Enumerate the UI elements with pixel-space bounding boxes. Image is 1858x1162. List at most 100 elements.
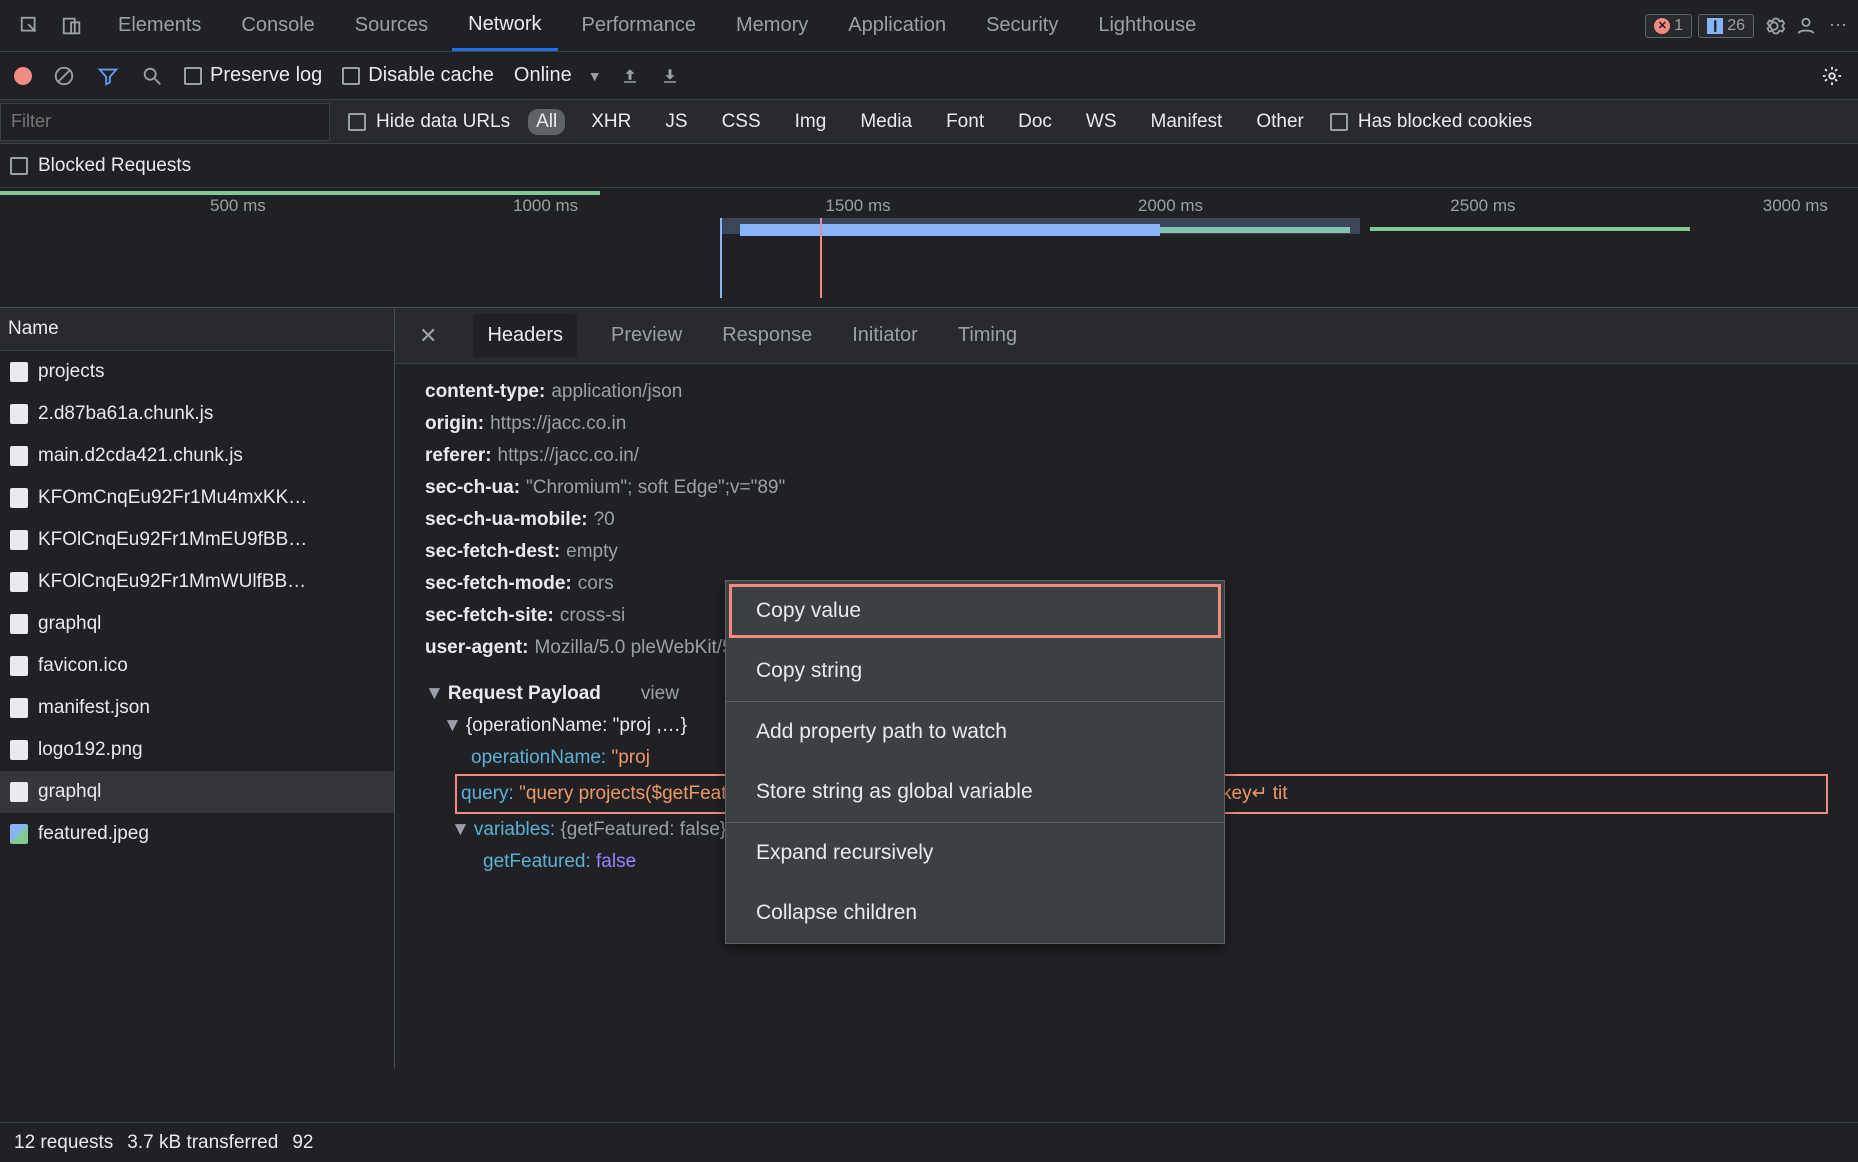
filter-type-font[interactable]: Font [938, 109, 992, 135]
tab-sources[interactable]: Sources [339, 2, 444, 49]
throttle-select[interactable]: Online [514, 64, 572, 87]
ctx-copy-string[interactable]: Copy string [726, 641, 1224, 701]
search-icon[interactable] [140, 64, 164, 88]
header-row[interactable]: content-type:application/json [425, 376, 1828, 408]
device-toggle-icon[interactable] [60, 14, 84, 38]
inspect-icon[interactable] [18, 14, 42, 38]
ctx-copy-value[interactable]: Copy value [726, 581, 1224, 641]
filter-type-xhr[interactable]: XHR [583, 109, 639, 135]
request-name: graphql [38, 613, 101, 635]
network-toolbar: Preserve log Disable cache Online ▼ [0, 52, 1858, 100]
filter-bar: Hide data URLs All XHR JS CSS Img Media … [0, 100, 1858, 144]
request-name: KFOlCnqEu92Fr1MmEU9fBB… [38, 529, 307, 551]
filter-icon[interactable] [96, 64, 120, 88]
request-name: graphql [38, 781, 101, 803]
close-detail-icon[interactable]: ✕ [411, 323, 445, 349]
request-name: favicon.ico [38, 655, 128, 677]
request-row[interactable]: manifest.json [0, 687, 394, 729]
document-file-icon [10, 614, 28, 634]
tab-lighthouse[interactable]: Lighthouse [1082, 2, 1212, 49]
request-row[interactable]: graphql [0, 603, 394, 645]
upload-icon[interactable] [618, 64, 642, 88]
request-row[interactable]: main.d2cda421.chunk.js [0, 435, 394, 477]
filter-type-manifest[interactable]: Manifest [1143, 109, 1231, 135]
timeline-overview[interactable]: 500 ms 1000 ms 1500 ms 2000 ms 2500 ms 3… [0, 188, 1858, 308]
detail-tab-initiator[interactable]: Initiator [846, 314, 924, 357]
filter-type-doc[interactable]: Doc [1010, 109, 1060, 135]
document-file-icon [10, 740, 28, 760]
preserve-log-checkbox[interactable]: Preserve log [184, 64, 322, 87]
header-row[interactable]: referer:https://jacc.co.in/ [425, 440, 1828, 472]
tab-memory[interactable]: Memory [720, 2, 824, 49]
tab-performance[interactable]: Performance [566, 2, 713, 49]
filter-type-css[interactable]: CSS [714, 109, 769, 135]
account-icon[interactable] [1794, 14, 1818, 38]
ctx-add-watch[interactable]: Add property path to watch [726, 702, 1224, 762]
chevron-down-icon[interactable]: ▼ [588, 68, 602, 84]
tab-application[interactable]: Application [832, 2, 962, 49]
status-bar: 12 requests 3.7 kB transferred 92 [0, 1122, 1858, 1162]
tab-elements[interactable]: Elements [102, 2, 217, 49]
filter-input[interactable] [0, 103, 330, 141]
document-file-icon [10, 362, 28, 382]
tab-console[interactable]: Console [225, 2, 330, 49]
request-row[interactable]: logo192.png [0, 729, 394, 771]
document-file-icon [10, 488, 28, 508]
request-name: logo192.png [38, 739, 143, 761]
hide-data-urls-checkbox[interactable]: Hide data URLs [348, 111, 510, 133]
request-row[interactable]: KFOmCnqEu92Fr1Mu4mxKK… [0, 477, 394, 519]
request-list-header[interactable]: Name [0, 308, 394, 351]
header-row[interactable]: sec-fetch-dest:empty [425, 536, 1828, 568]
record-button[interactable] [14, 67, 32, 85]
filter-type-all[interactable]: All [528, 109, 565, 135]
request-row[interactable]: projects [0, 351, 394, 393]
warning-count-badge[interactable]: ❙26 [1698, 14, 1754, 38]
request-name: projects [38, 361, 105, 383]
filter-type-js[interactable]: JS [657, 109, 695, 135]
header-row[interactable]: origin:https://jacc.co.in [425, 408, 1828, 440]
download-icon[interactable] [658, 64, 682, 88]
request-row[interactable]: KFOlCnqEu92Fr1MmWUlfBB… [0, 561, 394, 603]
filter-type-img[interactable]: Img [787, 109, 835, 135]
blocked-requests-checkbox[interactable]: Blocked Requests [10, 155, 191, 177]
status-transferred: 3.7 kB transferred [127, 1132, 278, 1154]
detail-tab-response[interactable]: Response [716, 314, 818, 357]
ctx-expand[interactable]: Expand recursively [726, 823, 1224, 883]
clear-icon[interactable] [52, 64, 76, 88]
blocked-cookies-checkbox[interactable]: Has blocked cookies [1330, 111, 1532, 133]
request-list: Name projects 2.d87ba61a.chunk.js main.d2c… [0, 308, 395, 1068]
filter-type-other[interactable]: Other [1248, 109, 1312, 135]
request-row[interactable]: KFOlCnqEu92Fr1MmEU9fBB… [0, 519, 394, 561]
document-file-icon [10, 530, 28, 550]
ctx-store-global[interactable]: Store string as global variable [726, 762, 1224, 822]
settings-gear-icon[interactable] [1762, 14, 1786, 38]
header-row[interactable]: sec-ch-ua:"Chromium"; soft Edge";v="89" [425, 472, 1828, 504]
detail-tab-timing[interactable]: Timing [952, 314, 1023, 357]
request-name: 2.d87ba61a.chunk.js [38, 403, 213, 425]
request-row[interactable]: featured.jpeg [0, 813, 394, 855]
header-row[interactable]: sec-ch-ua-mobile:?0 [425, 504, 1828, 536]
devtools-tab-bar: Elements Console Sources Network Perform… [0, 0, 1858, 52]
request-name: manifest.json [38, 697, 150, 719]
tab-network[interactable]: Network [452, 1, 557, 51]
request-row[interactable]: 2.d87ba61a.chunk.js [0, 393, 394, 435]
document-file-icon [10, 782, 28, 802]
ctx-collapse[interactable]: Collapse children [726, 883, 1224, 943]
disable-cache-checkbox[interactable]: Disable cache [342, 64, 494, 87]
tab-security[interactable]: Security [970, 2, 1074, 49]
status-requests: 12 requests [14, 1132, 113, 1154]
filter-type-ws[interactable]: WS [1078, 109, 1125, 135]
detail-tab-headers[interactable]: Headers [473, 314, 577, 357]
document-file-icon [10, 404, 28, 424]
request-row[interactable]: graphql [0, 771, 394, 813]
network-settings-gear-icon[interactable] [1820, 64, 1844, 88]
document-file-icon [10, 572, 28, 592]
blocked-requests-row: Blocked Requests [0, 144, 1858, 188]
error-count-badge[interactable]: ✕1 [1645, 14, 1692, 38]
document-file-icon [10, 446, 28, 466]
request-name: main.d2cda421.chunk.js [38, 445, 243, 467]
more-menu-icon[interactable]: ⋯ [1826, 14, 1850, 38]
filter-type-media[interactable]: Media [852, 109, 920, 135]
request-row[interactable]: favicon.ico [0, 645, 394, 687]
detail-tab-preview[interactable]: Preview [605, 314, 688, 357]
